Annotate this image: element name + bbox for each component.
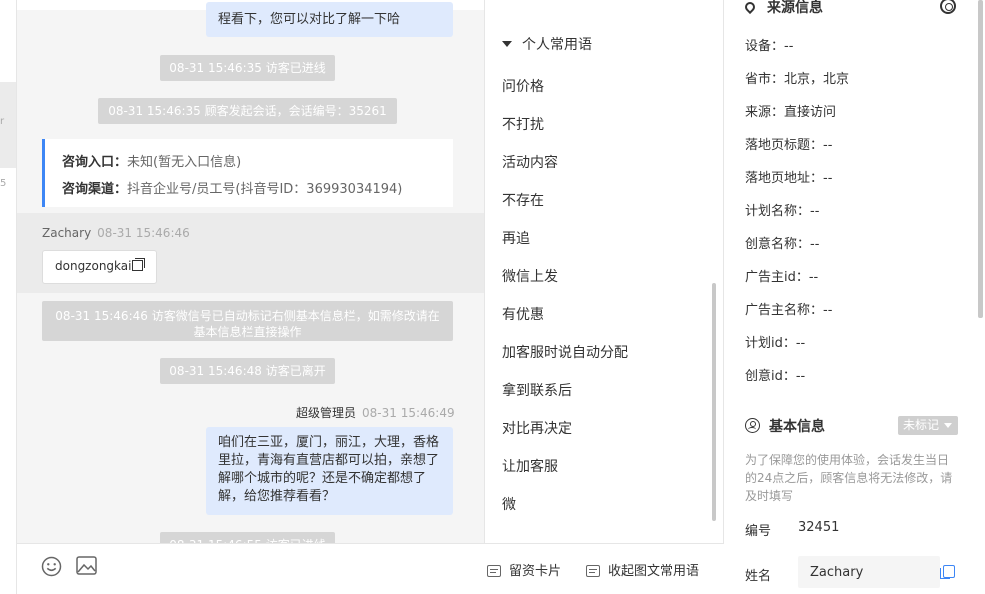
field-city: 省市：北京，北京 <box>745 72 850 87</box>
visitor-message-meta: Zachary 08-31 15:46:46 <box>42 226 190 240</box>
field-advertiser-name: 广告主名称：-- <box>745 303 833 318</box>
field-creative-id: 创意id：-- <box>745 369 806 384</box>
card-icon <box>487 565 501 577</box>
phrases-panel: 个人常用语 问价格 不打扰 活动内容 不存在 再追 微信上发 有优惠 加客服时说… <box>484 0 724 543</box>
phrase-item[interactable]: 再追 <box>502 228 530 248</box>
tag-status-dropdown[interactable]: 未标记 <box>898 416 958 435</box>
phrase-item[interactable]: 活动内容 <box>502 152 558 172</box>
edit-deadline-note: 为了保障您的使用体验，会话发生当日的24点之后，顾客信息将无法修改，请及时填写 <box>745 453 953 503</box>
phrases-icon <box>586 565 600 577</box>
smile-icon[interactable] <box>41 556 62 581</box>
visitor-message-bubble[interactable]: dongzongkai <box>42 250 157 284</box>
customer-info-panel: 来源信息 设备：-- 省市：北京，北京 来源：直接访问 落地页标题：-- 落地页… <box>725 0 985 594</box>
input-toolbar: 留资卡片 收起图文常用语 <box>17 543 724 594</box>
phrase-item[interactable]: 不打扰 <box>502 114 544 134</box>
consult-info-card: 咨询入口：未知(暂无入口信息) 咨询渠道：抖音企业号/员工号(抖音号ID：369… <box>42 139 453 207</box>
phrase-item[interactable]: 不存在 <box>502 190 544 210</box>
system-message: 08-31 15:46:46 访客微信号已自动标记右侧基本信息栏，如需修改请在基… <box>42 301 453 341</box>
left-strip: r 5 <box>0 0 17 594</box>
phrases-scrollbar[interactable] <box>712 283 716 521</box>
phrase-item[interactable]: 加客服时说自动分配 <box>502 342 628 362</box>
source-info-header: 来源信息 <box>742 0 823 17</box>
phrase-item[interactable]: 让加客服 <box>502 456 558 476</box>
phrase-item[interactable]: 问价格 <box>502 76 544 96</box>
entry-value: 未知(暂无入口信息) <box>127 155 242 170</box>
image-icon[interactable] <box>76 556 97 579</box>
agent-message-text: 咱们在三亚，厦门，丽江，大理，香格里拉，青海有直营店都可以拍，亲想了解哪个城市的… <box>218 435 440 504</box>
chat-messages[interactable]: 程看下，您可以对比了解一下哈 08-31 15:46:35 访客已进线 08-3… <box>17 0 484 543</box>
basic-info-header: 基本信息 <box>745 416 825 436</box>
entry-label: 咨询入口： <box>62 155 128 170</box>
agent-time: 08-31 15:46:49 <box>362 406 455 420</box>
phrases-group-toggle[interactable]: 个人常用语 <box>502 34 592 54</box>
system-message: 08-31 15:46:48 访客已离开 <box>160 358 335 384</box>
system-message: 08-31 15:46:55 访客已进线 <box>160 532 335 543</box>
strip-mark: r <box>0 116 5 127</box>
agent-name: 超级管理员 <box>296 406 357 420</box>
field-plan-id: 计划id：-- <box>745 336 806 351</box>
field-plan-name: 计划名称：-- <box>745 204 820 219</box>
field-landing-url: 落地页地址：-- <box>745 171 833 186</box>
system-message: 08-31 15:46:35 访客已进线 <box>160 55 335 81</box>
name-label: 姓名 <box>745 569 772 584</box>
copy-icon[interactable] <box>132 258 146 271</box>
field-advertiser-id: 广告主id：-- <box>745 270 819 285</box>
agent-message-bubble: 程看下，您可以对比了解一下哈 <box>206 2 453 37</box>
phrase-item[interactable]: 微信上发 <box>502 266 558 286</box>
field-landing-title: 落地页标题：-- <box>745 138 833 153</box>
phrases-group-title: 个人常用语 <box>522 37 592 53</box>
id-label: 编号 <box>745 524 772 539</box>
field-creative-name: 创意名称：-- <box>745 237 820 252</box>
settings-icon[interactable] <box>940 0 956 14</box>
phrase-item[interactable]: 微 <box>502 494 516 514</box>
visitor-message-text: dongzongkai <box>55 259 132 273</box>
agent-message-bubble: 咱们在三亚，厦门，丽江，大理，香格里拉，青海有直营店都可以拍，亲想了解哪个城市的… <box>206 427 453 515</box>
phrase-item[interactable]: 拿到联系后 <box>502 380 572 400</box>
agent-message-meta: 超级管理员 08-31 15:46:49 <box>296 404 455 421</box>
field-device: 设备：-- <box>745 39 794 54</box>
phrase-item[interactable]: 对比再决定 <box>502 418 572 438</box>
caret-down-icon <box>502 41 512 47</box>
agent-message-text: 程看下，您可以对比了解一下哈 <box>218 12 401 27</box>
system-message: 08-31 15:46:35 顾客发起会话，会话编号：35261 <box>98 98 397 124</box>
visitor-time: 08-31 15:46:46 <box>97 226 190 240</box>
collapse-phrases-label: 收起图文常用语 <box>608 564 700 579</box>
basic-info-title: 基本信息 <box>769 419 825 435</box>
channel-value: 抖音企业号/员工号(抖音号ID：36993034194) <box>127 182 403 197</box>
collapse-phrases-button[interactable]: 收起图文常用语 <box>586 560 699 579</box>
location-pin-icon <box>742 0 758 15</box>
channel-label: 咨询渠道： <box>62 182 128 197</box>
source-info-title: 来源信息 <box>767 0 823 16</box>
panel-scrollbar[interactable] <box>978 0 983 318</box>
id-value: 32451 <box>798 520 840 535</box>
copy-icon[interactable] <box>940 565 955 579</box>
name-input[interactable] <box>798 556 940 588</box>
visitor-name: Zachary <box>42 226 92 240</box>
lead-card-label: 留资卡片 <box>509 564 562 579</box>
strip-mark: 5 <box>0 178 7 189</box>
field-source: 来源：直接访问 <box>745 105 837 120</box>
lead-card-button[interactable]: 留资卡片 <box>487 560 561 579</box>
person-icon <box>745 418 760 433</box>
phrase-item[interactable]: 有优惠 <box>502 304 544 324</box>
